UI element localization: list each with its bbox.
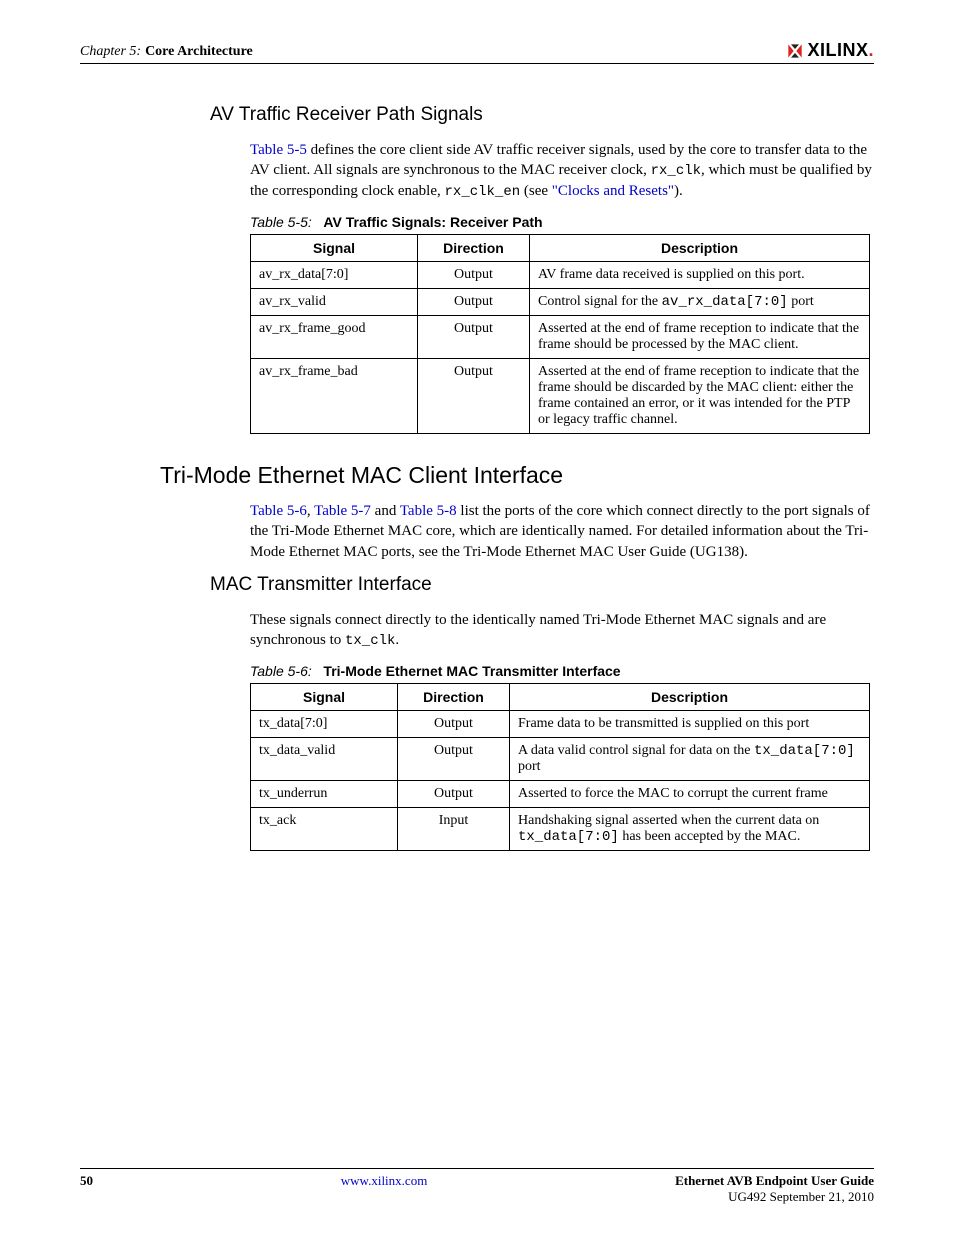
- doc-ref: UG492 September 21, 2010: [675, 1189, 874, 1205]
- para-tri-mode-mac: Table 5-6, Table 5-7 and Table 5-8 list …: [250, 501, 874, 562]
- table-row: av_rx_frame_good Output Asserted at the …: [251, 316, 870, 359]
- col-description: Description: [510, 683, 870, 710]
- link-table-5-5[interactable]: Table 5-5: [250, 142, 307, 158]
- chapter-title: Core Architecture: [145, 44, 253, 59]
- table-header-row: Signal Direction Description: [251, 683, 870, 710]
- page-number: 50: [80, 1173, 93, 1189]
- table-row: tx_data[7:0] Output Frame data to be tra…: [251, 710, 870, 737]
- col-signal: Signal: [251, 683, 398, 710]
- table-header-row: Signal Direction Description: [251, 235, 870, 262]
- link-clocks-resets[interactable]: "Clocks and Resets": [552, 183, 674, 199]
- table-row: av_rx_frame_bad Output Asserted at the e…: [251, 359, 870, 434]
- footer-url: www.xilinx.com: [341, 1173, 428, 1189]
- heading-mac-tx-interface: MAC Transmitter Interface: [210, 574, 874, 596]
- table-row: av_rx_data[7:0] Output AV frame data rec…: [251, 262, 870, 289]
- table-5-5-caption: Table 5-5: AV Traffic Signals: Receiver …: [250, 214, 874, 230]
- link-table-5-6[interactable]: Table 5-6: [250, 503, 307, 519]
- footer-doc-info: Ethernet AVB Endpoint User Guide UG492 S…: [675, 1173, 874, 1205]
- logo-text: XILINX: [807, 40, 868, 61]
- table-row: av_rx_valid Output Control signal for th…: [251, 289, 870, 316]
- logo: XILINX .: [787, 40, 874, 61]
- col-direction: Direction: [418, 235, 530, 262]
- col-direction: Direction: [398, 683, 510, 710]
- page-header: Chapter 5: Core Architecture XILINX .: [80, 40, 874, 64]
- col-description: Description: [530, 235, 870, 262]
- xilinx-logo-icon: [787, 43, 803, 59]
- heading-tri-mode-mac: Tri-Mode Ethernet MAC Client Interface: [160, 462, 874, 489]
- table-row: tx_underrun Output Asserted to force the…: [251, 780, 870, 807]
- logo-dot: .: [868, 40, 874, 61]
- link-table-5-7[interactable]: Table 5-7: [314, 503, 371, 519]
- col-signal: Signal: [251, 235, 418, 262]
- page-footer: 50 www.xilinx.com Ethernet AVB Endpoint …: [80, 1168, 874, 1205]
- heading-av-traffic-receiver: AV Traffic Receiver Path Signals: [210, 104, 874, 126]
- code-rx-clk: rx_clk: [651, 163, 701, 179]
- chapter-prefix: Chapter 5:: [80, 44, 141, 59]
- table-row: tx_data_valid Output A data valid contro…: [251, 737, 870, 780]
- table-row: tx_ack Input Handshaking signal asserted…: [251, 807, 870, 850]
- para-mac-tx: These signals connect directly to the id…: [250, 610, 874, 651]
- chapter-label: Chapter 5: Core Architecture: [80, 42, 253, 60]
- link-xilinx[interactable]: www.xilinx.com: [341, 1173, 428, 1188]
- code-rx-clk-en: rx_clk_en: [445, 184, 521, 200]
- code-tx-clk: tx_clk: [345, 633, 395, 649]
- table-5-5: Signal Direction Description av_rx_data[…: [250, 234, 870, 434]
- link-table-5-8[interactable]: Table 5-8: [400, 503, 457, 519]
- table-5-6-caption: Table 5-6: Tri-Mode Ethernet MAC Transmi…: [250, 663, 874, 679]
- doc-title: Ethernet AVB Endpoint User Guide: [675, 1173, 874, 1189]
- table-5-6: Signal Direction Description tx_data[7:0…: [250, 683, 870, 851]
- para-av-receiver: Table 5-5 defines the core client side A…: [250, 140, 874, 202]
